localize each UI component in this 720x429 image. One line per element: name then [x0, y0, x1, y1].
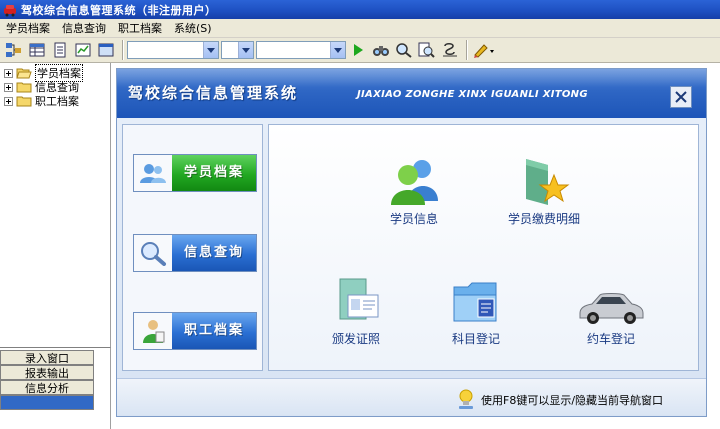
menu-info-query[interactable]: 信息查询 [56, 19, 112, 38]
chart-icon [75, 43, 91, 57]
license-icon [339, 278, 379, 320]
window-title: 驾校综合信息管理系统（非注册用户） [21, 3, 217, 17]
main-area: 驾校综合信息管理系统 JIAXIAO ZONGHE XINX IGUANLI X… [111, 63, 720, 429]
close-button[interactable] [670, 86, 692, 108]
staff-icon [143, 320, 165, 343]
find-button[interactable] [371, 40, 391, 60]
module-label: 科目登记 [451, 332, 500, 346]
module-student-info[interactable]: 学员信息 [364, 149, 464, 227]
search-button[interactable] [394, 40, 414, 60]
module-panel: 学员信息 学员缴费明细 颁发证照 科目登记 约车登记 [268, 124, 699, 371]
f8-hint: 使用F8键可以显示/隐藏当前导航窗口 [457, 389, 663, 411]
app-icon [4, 4, 16, 16]
table-icon [29, 43, 45, 57]
nav-report-output[interactable]: 报表输出 [0, 365, 94, 380]
users-icon [140, 164, 166, 183]
grid-icon [6, 43, 21, 57]
toolbar-separator [122, 40, 124, 60]
title-bar: 驾校综合信息管理系统（非注册用户） [0, 0, 720, 19]
window-icon [98, 43, 114, 57]
dialog-title: 驾校综合信息管理系统 [128, 84, 299, 102]
document-button[interactable] [50, 40, 70, 60]
menu-bar: 学员档案 信息查询 职工档案 系统(S) [0, 19, 720, 38]
category-label: 职工档案 [172, 313, 256, 349]
expand-icon[interactable] [4, 82, 13, 92]
students-icon [391, 160, 438, 205]
menu-student-records[interactable]: 学员档案 [0, 19, 56, 38]
search-icon [396, 43, 412, 58]
close-icon [675, 91, 687, 103]
category-info-query-button[interactable]: 信息查询 [133, 234, 257, 272]
magnifier-icon [141, 242, 166, 266]
car-icon [579, 293, 644, 324]
navigation-dialog: 驾校综合信息管理系统 JIAXIAO ZONGHE XINX IGUANLI X… [116, 68, 707, 417]
filter-combo-1[interactable] [127, 41, 219, 59]
dialog-header: 驾校综合信息管理系统 JIAXIAO ZONGHE XINX IGUANLI X… [117, 69, 706, 118]
dialog-footer: 使用F8键可以显示/隐藏当前导航窗口 [117, 378, 706, 415]
chart-button[interactable] [73, 40, 93, 60]
module-label: 学员信息 [389, 212, 438, 226]
pencil-icon [474, 44, 494, 58]
dialog-subtitle: JIAXIAO ZONGHE XINX IGUANLI XITONG [357, 89, 588, 100]
document-icon [54, 42, 66, 58]
folder-icon [16, 82, 32, 93]
run-button[interactable] [348, 40, 368, 60]
chevron-down-icon [242, 47, 250, 53]
toolbar [0, 38, 720, 63]
module-subject-registration[interactable]: 科目登记 [426, 269, 526, 347]
tree-view-button[interactable] [4, 40, 24, 60]
play-icon [354, 44, 363, 56]
chevron-down-icon [334, 47, 342, 53]
print-icon [443, 42, 457, 57]
edit-button[interactable] [471, 40, 497, 60]
category-label: 学员档案 [172, 155, 256, 191]
category-panel: 学员档案 信息查询 职工档案 [122, 124, 263, 371]
toolbar-separator [466, 40, 468, 60]
table-button[interactable] [27, 40, 47, 60]
category-student-records-button[interactable]: 学员档案 [133, 154, 257, 192]
module-label: 颁发证照 [331, 332, 380, 346]
folder-document-icon [453, 282, 497, 322]
menu-staff-records[interactable]: 职工档案 [112, 19, 168, 38]
category-staff-records-button[interactable]: 职工档案 [133, 312, 257, 350]
module-label: 约车登记 [586, 332, 635, 346]
dialog-body: 学员档案 信息查询 职工档案 学员信息 学员缴费明细 颁发证照 科目登记 约车登… [117, 118, 706, 416]
star-folder-icon [526, 159, 570, 205]
tree-item-staff-records[interactable]: 职工档案 [4, 94, 79, 108]
chevron-down-icon [207, 47, 215, 53]
lightbulb-icon [459, 389, 473, 409]
category-label: 信息查询 [172, 235, 256, 271]
nav-active-slot[interactable] [0, 395, 94, 410]
module-issue-license[interactable]: 颁发证照 [306, 269, 406, 347]
folder-icon [16, 96, 32, 107]
tree-item-label: 职工档案 [35, 95, 79, 108]
hint-text: 使用F8键可以显示/隐藏当前导航窗口 [481, 394, 664, 407]
module-label: 学员缴费明细 [507, 212, 580, 226]
expand-icon[interactable] [4, 68, 13, 78]
window-button[interactable] [96, 40, 116, 60]
menu-system[interactable]: 系统(S) [168, 19, 218, 38]
nav-entry-window[interactable]: 录入窗口 [0, 350, 94, 365]
tree-item-info-query[interactable]: 信息查询 [4, 80, 79, 94]
folder-open-icon [16, 68, 32, 79]
tree-item-student-records[interactable]: 学员档案 [4, 64, 83, 82]
nav-info-analysis[interactable]: 信息分析 [0, 380, 94, 395]
filter-combo-2[interactable] [221, 41, 254, 59]
left-nav: 录入窗口 报表输出 信息分析 [0, 347, 111, 429]
nav-tree: 学员档案 信息查询 职工档案 [0, 63, 111, 347]
print-button[interactable] [440, 40, 460, 60]
binoculars-icon [373, 46, 389, 56]
expand-icon[interactable] [4, 96, 13, 106]
module-payment-details[interactable]: 学员缴费明细 [494, 149, 594, 227]
zoom-icon [418, 42, 435, 58]
module-car-booking[interactable]: 约车登记 [561, 269, 661, 347]
zoom-button[interactable] [417, 40, 437, 60]
filter-combo-3[interactable] [256, 41, 346, 59]
